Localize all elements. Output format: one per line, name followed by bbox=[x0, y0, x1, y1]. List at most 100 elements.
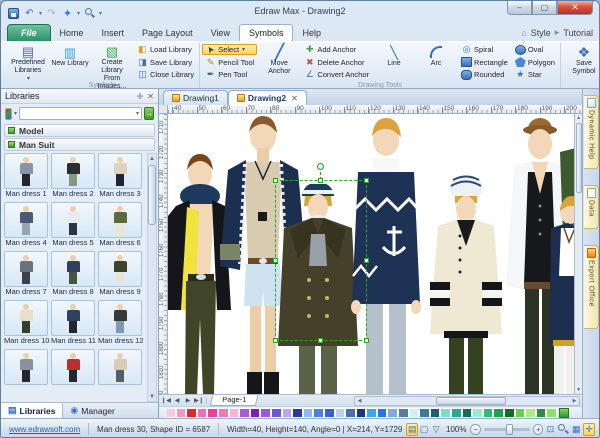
page-tab[interactable]: Page-1 bbox=[210, 395, 259, 406]
color-swatch[interactable] bbox=[335, 408, 346, 418]
symbol-thumbnail[interactable] bbox=[98, 349, 142, 385]
library-item-man-dress-2[interactable]: Man dress 2 bbox=[51, 153, 95, 199]
section-model[interactable]: Model bbox=[4, 124, 155, 137]
new-library-button[interactable]: New Library bbox=[49, 43, 91, 81]
symbol-thumbnail[interactable] bbox=[51, 251, 95, 287]
color-swatch[interactable] bbox=[260, 408, 271, 418]
tab-page-layout[interactable]: Page Layout bbox=[133, 25, 202, 41]
minimize-button[interactable]: – bbox=[507, 1, 532, 15]
add-anchor-button[interactable]: Add Anchor bbox=[301, 44, 372, 55]
section-man-suit[interactable]: Man Suit bbox=[4, 138, 155, 151]
panel-close-icon[interactable]: ✕ bbox=[147, 92, 154, 101]
library-item-man-dress-1[interactable]: Man dress 1 bbox=[4, 153, 48, 199]
tab-manager[interactable]: ◉ Manager bbox=[63, 403, 121, 418]
color-swatch[interactable] bbox=[366, 408, 377, 418]
tab-dynamic-help[interactable]: Dynamic Help bbox=[584, 95, 599, 169]
color-swatch[interactable] bbox=[207, 408, 218, 418]
search-dropdown-icon[interactable]: ▾ bbox=[134, 110, 141, 117]
drawing-canvas[interactable] bbox=[168, 114, 574, 394]
style-menu[interactable]: Style bbox=[531, 28, 551, 38]
multi-page-button[interactable]: ▦ bbox=[570, 423, 582, 436]
pin-icon[interactable]: ✛ bbox=[137, 92, 144, 101]
zoom-tool-button[interactable] bbox=[557, 423, 569, 436]
symbol-thumbnail[interactable] bbox=[4, 251, 48, 287]
color-swatch[interactable] bbox=[398, 408, 409, 418]
symbol-thumbnail[interactable] bbox=[98, 300, 142, 336]
library-item[interactable] bbox=[4, 349, 48, 395]
convert-anchor-button[interactable]: Convert Anchor bbox=[301, 69, 372, 80]
library-search-button[interactable]: → bbox=[144, 107, 154, 120]
next-page-button[interactable]: ▶ bbox=[183, 397, 193, 404]
symbol-thumbnail[interactable] bbox=[51, 349, 95, 385]
color-swatch[interactable] bbox=[493, 408, 504, 418]
selection-handle-n[interactable] bbox=[318, 178, 323, 183]
library-item-man-dress-3[interactable]: Man dress 3 bbox=[98, 153, 142, 199]
scroll-up-icon[interactable]: ▲ bbox=[576, 114, 581, 122]
color-swatch[interactable] bbox=[409, 408, 420, 418]
scroll-down-icon[interactable]: ▼ bbox=[149, 392, 155, 401]
symbol-thumbnail[interactable] bbox=[4, 300, 48, 336]
color-swatch[interactable] bbox=[239, 408, 250, 418]
zoom-slider[interactable] bbox=[484, 428, 531, 431]
color-swatch[interactable] bbox=[250, 408, 261, 418]
tab-export-office[interactable]: Export Office bbox=[584, 245, 599, 329]
color-swatch[interactable] bbox=[377, 408, 388, 418]
color-swatch[interactable] bbox=[483, 408, 494, 418]
color-swatch[interactable] bbox=[356, 408, 367, 418]
page-view-button[interactable]: ▢ bbox=[418, 423, 430, 436]
tab-libraries[interactable]: ▤ Libraries bbox=[1, 403, 63, 418]
pencil-tool-button[interactable]: Pencil Tool bbox=[202, 57, 257, 68]
scrollbar-thumb[interactable] bbox=[436, 397, 506, 405]
pen-tool-button[interactable]: Pen Tool bbox=[202, 69, 257, 80]
color-swatch[interactable] bbox=[313, 408, 324, 418]
selection-handle-se[interactable] bbox=[364, 338, 369, 343]
color-swatch[interactable] bbox=[430, 408, 441, 418]
library-item-man-dress-10[interactable]: Man dress 10 bbox=[4, 300, 48, 346]
scroll-left-icon[interactable]: ◀ bbox=[355, 398, 364, 404]
library-search-input[interactable] bbox=[20, 108, 134, 119]
arc-button[interactable]: Arc bbox=[415, 43, 457, 81]
symbol-thumbnail[interactable] bbox=[51, 153, 95, 189]
line-button[interactable]: Line bbox=[373, 43, 415, 81]
library-item-man-dress-6[interactable]: Man dress 6 bbox=[98, 202, 142, 248]
load-library-button[interactable]: Load Library bbox=[134, 44, 197, 55]
selection-handle-sw[interactable] bbox=[273, 338, 278, 343]
move-anchor-button[interactable]: Move Anchor bbox=[258, 43, 300, 81]
canvas-figure-5[interactable] bbox=[430, 175, 502, 394]
scroll-right-icon[interactable]: ▶ bbox=[570, 398, 579, 404]
canvas-vertical-scrollbar[interactable]: ▲ ▼ bbox=[574, 114, 582, 394]
tab-view[interactable]: View bbox=[202, 25, 239, 41]
zoom-out-button[interactable]: − bbox=[470, 424, 480, 435]
normal-view-button[interactable]: ▤ bbox=[406, 423, 418, 436]
prev-page-button[interactable]: ◀ bbox=[172, 397, 182, 404]
scroll-up-icon[interactable]: ▲ bbox=[149, 154, 155, 163]
tutorial-menu[interactable]: Tutorial bbox=[563, 28, 593, 38]
library-item-man-dress-8[interactable]: Man dress 8 bbox=[51, 251, 95, 297]
first-page-button[interactable]: ❙◀ bbox=[161, 397, 171, 404]
symbol-thumbnail[interactable] bbox=[98, 202, 142, 238]
library-item-man-dress-12[interactable]: Man dress 12 bbox=[98, 300, 142, 346]
library-color-icon[interactable] bbox=[5, 108, 12, 120]
libraries-scrollbar[interactable]: ▲ ▼ bbox=[147, 153, 157, 402]
symbol-thumbnail[interactable] bbox=[98, 153, 142, 189]
color-swatch[interactable] bbox=[515, 408, 526, 418]
library-item[interactable] bbox=[98, 349, 142, 395]
color-swatch[interactable] bbox=[345, 408, 356, 418]
library-item-man-dress-5[interactable]: Man dress 5 bbox=[51, 202, 95, 248]
library-item-man-dress-11[interactable]: Man dress 11 bbox=[51, 300, 95, 346]
pan-tool-button[interactable]: ✛ bbox=[583, 423, 595, 436]
selection-handle-s[interactable] bbox=[318, 338, 323, 343]
color-swatch[interactable] bbox=[218, 408, 229, 418]
predefined-libraries-button[interactable]: Predefined Libraries▾ bbox=[7, 43, 49, 81]
delete-anchor-button[interactable]: Delete Anchor bbox=[301, 57, 372, 68]
tab-insert[interactable]: Insert bbox=[93, 25, 134, 41]
color-swatch[interactable] bbox=[504, 408, 515, 418]
library-item-man-dress-4[interactable]: Man dress 4 bbox=[4, 202, 48, 248]
close-tab-icon[interactable]: ✕ bbox=[291, 94, 298, 103]
tab-symbols[interactable]: Symbols bbox=[239, 24, 294, 41]
library-item[interactable] bbox=[51, 349, 95, 395]
color-swatch[interactable] bbox=[303, 408, 314, 418]
scrollbar-thumb[interactable] bbox=[576, 123, 582, 193]
tab-help[interactable]: Help bbox=[293, 25, 330, 41]
maximize-button[interactable]: ▢ bbox=[532, 1, 557, 15]
